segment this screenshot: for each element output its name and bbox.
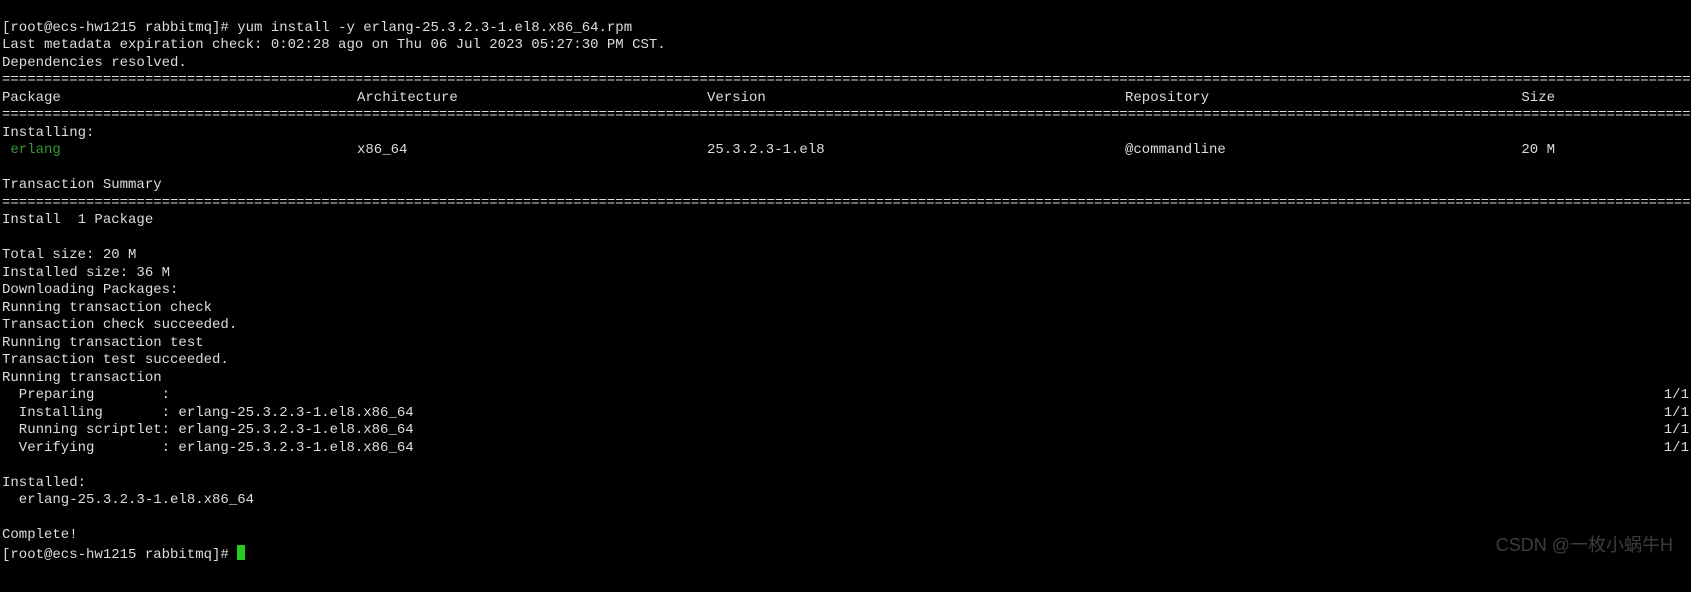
installing-label: Installing: (2, 125, 94, 141)
rule-summary: ========================================… (2, 195, 1691, 211)
col-repo-header: Repository (1125, 90, 1520, 108)
pkg-name: erlang (2, 142, 357, 160)
total-size: Total size: 20 M (2, 247, 136, 263)
step-prepare: 1/1 Preparing : (2, 387, 170, 403)
pkg-version: 25.3.2.3-1.el8 (707, 142, 1125, 160)
pkg-arch: x86_64 (357, 142, 707, 160)
check-ok: Transaction check succeeded. (2, 317, 237, 333)
downloading-label: Downloading Packages: (2, 282, 178, 298)
installed-header: Installed: (2, 475, 86, 491)
pkg-size: 20 M (1520, 142, 1555, 160)
deps-resolved-line: Dependencies resolved. (2, 55, 187, 71)
install-count: Install 1 Package (2, 212, 153, 228)
progress: 1/1 (1664, 440, 1689, 458)
metadata-check-line: Last metadata expiration check: 0:02:28 … (2, 37, 666, 53)
col-package-header: Package (2, 90, 357, 108)
progress: 1/1 (1664, 422, 1689, 440)
run-tx: Running transaction (2, 370, 162, 386)
col-version-header: Version (707, 90, 1125, 108)
run-check: Running transaction check (2, 300, 212, 316)
prompt-line-2[interactable]: [root@ecs-hw1215 rabbitmq]# (2, 547, 245, 563)
table-header-row: PackageArchitectureVersionRepositorySize (2, 90, 1555, 106)
progress: 1/1 (1664, 387, 1689, 405)
package-row: erlangx86_6425.3.2.3-1.el8@commandline20… (2, 142, 1555, 158)
step-scriptlet: 1/1 Running scriptlet: erlang-25.3.2.3-1… (2, 422, 414, 438)
pkg-repo: @commandline (1125, 142, 1520, 160)
test-ok: Transaction test succeeded. (2, 352, 229, 368)
cursor-icon (237, 545, 245, 560)
progress: 1/1 (1664, 405, 1689, 423)
complete: Complete! (2, 527, 78, 543)
prompt-line-1: [root@ecs-hw1215 rabbitmq]# yum install … (2, 20, 632, 36)
run-test: Running transaction test (2, 335, 204, 351)
terminal-output[interactable]: [root@ecs-hw1215 rabbitmq]# yum install … (0, 0, 1691, 566)
step-install: 1/1 Installing : erlang-25.3.2.3-1.el8.x… (2, 405, 414, 421)
rule-mid: ========================================… (2, 107, 1691, 123)
col-size-header: Size (1520, 90, 1555, 108)
installed-size: Installed size: 36 M (2, 265, 170, 281)
step-verify: 1/1 Verifying : erlang-25.3.2.3-1.el8.x8… (2, 440, 414, 456)
tx-summary-label: Transaction Summary (2, 177, 162, 193)
installed-pkg: erlang-25.3.2.3-1.el8.x86_64 (2, 492, 254, 508)
col-arch-header: Architecture (357, 90, 707, 108)
rule-top: ========================================… (2, 72, 1691, 88)
